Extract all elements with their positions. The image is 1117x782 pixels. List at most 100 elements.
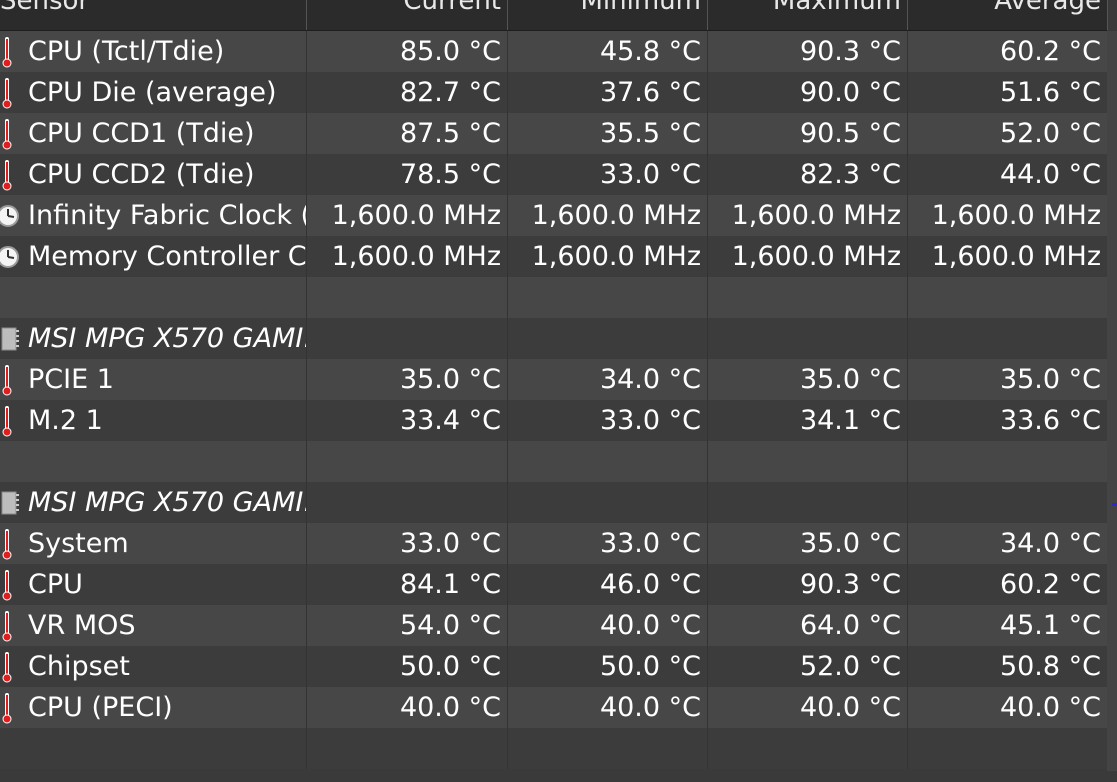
minimum-value: 35.5 °C [599, 118, 701, 149]
minimum-value-cell: 46.0 °C [508, 564, 708, 605]
thermometer-icon [0, 692, 24, 724]
current-value: 85.0 °C [399, 36, 501, 67]
minimum-value: 34.0 °C [599, 364, 701, 395]
column-header-average[interactable]: Average [908, 0, 1108, 30]
maximum-value-cell: 1,600.0 MHz [708, 236, 908, 277]
minimum-value-cell: 1,600.0 MHz [508, 236, 708, 277]
average-value-cell: 34.0 °C [908, 523, 1108, 564]
minimum-value-cell: 50.0 °C [508, 646, 708, 687]
current-value: 1,600.0 MHz [331, 200, 501, 231]
maximum-value-cell: 40.0 °C [708, 687, 908, 728]
minimum-value: 1,600.0 MHz [531, 241, 701, 272]
scrollbar-thumb[interactable] [1107, 31, 1117, 771]
sensor-name-cell: Infinity Fabric Clock (... [0, 195, 307, 236]
group-row[interactable]: MSI MPG X570 GAMI... [0, 482, 1108, 523]
thermometer-icon [0, 159, 24, 191]
average-value-cell [908, 482, 1108, 523]
average-value-cell: 1,600.0 MHz [908, 236, 1108, 277]
minimum-value-cell [508, 482, 708, 523]
thermometer-icon [0, 569, 24, 601]
maximum-value: 52.0 °C [799, 651, 901, 682]
average-value: 35.0 °C [999, 364, 1101, 395]
average-value-cell: 1,600.0 MHz [908, 195, 1108, 236]
minimum-value-cell: 34.0 °C [508, 359, 708, 400]
sensor-label: System [28, 528, 129, 559]
sensor-label: MSI MPG X570 GAMI... [28, 487, 307, 518]
minimum-value-cell: 45.8 °C [508, 31, 708, 72]
average-value-cell [908, 318, 1108, 359]
average-value: 34.0 °C [999, 528, 1101, 559]
minimum-value: 40.0 °C [599, 692, 701, 723]
table-row[interactable]: PCIE 1 35.0 °C 34.0 °C 35.0 °C 35.0 °C [0, 359, 1108, 400]
sensor-label: CPU [28, 569, 83, 600]
table-row[interactable]: CPU 84.1 °C 46.0 °C 90.3 °C 60.2 °C [0, 564, 1108, 605]
sensor-label: CPU (Tctl/Tdie) [28, 36, 225, 67]
current-value-cell: 85.0 °C [307, 31, 508, 72]
minimum-value: 1,600.0 MHz [531, 200, 701, 231]
maximum-value: 34.1 °C [799, 405, 901, 436]
sensor-label: MSI MPG X570 GAMI... [28, 323, 307, 354]
maximum-value-cell [708, 318, 908, 359]
maximum-value-cell: 34.1 °C [708, 400, 908, 441]
table-row[interactable]: CPU (PECI) 40.0 °C 40.0 °C 40.0 °C 40.0 °C [0, 687, 1108, 728]
sensor-name-cell: VR MOS [0, 605, 307, 646]
table-row[interactable]: CPU (Tctl/Tdie) 85.0 °C 45.8 °C 90.3 °C 60.2… [0, 31, 1108, 72]
current-value-cell [307, 728, 508, 769]
average-value: 40.0 °C [999, 692, 1101, 723]
column-header-current[interactable]: Current [307, 0, 508, 30]
minimum-value-cell: 35.5 °C [508, 113, 708, 154]
table-row[interactable]: System 33.0 °C 33.0 °C 35.0 °C 34.0 °C [0, 523, 1108, 564]
current-value-cell: 40.0 °C [307, 687, 508, 728]
vertical-scrollbar[interactable] [1107, 31, 1117, 782]
clock-icon [0, 200, 24, 232]
current-value: 84.1 °C [399, 569, 501, 600]
current-value: 82.7 °C [399, 77, 501, 108]
maximum-value-cell: 52.0 °C [708, 646, 908, 687]
average-value: 60.2 °C [999, 36, 1101, 67]
sensor-name-cell: Chipset [0, 646, 307, 687]
sensor-name-cell: MSI MPG X570 GAMI... [0, 318, 307, 359]
average-value: 1,600.0 MHz [931, 200, 1101, 231]
table-row[interactable]: M.2 1 33.4 °C 33.0 °C 34.1 °C 33.6 °C [0, 400, 1108, 441]
current-value-cell: 82.7 °C [307, 72, 508, 113]
average-value: 51.6 °C [999, 77, 1101, 108]
current-value-cell: 1,600.0 MHz [307, 195, 508, 236]
average-value: 52.0 °C [999, 118, 1101, 149]
current-value: 78.5 °C [399, 159, 501, 190]
maximum-value-cell: 35.0 °C [708, 359, 908, 400]
table-row[interactable]: Chipset 50.0 °C 50.0 °C 52.0 °C 50.8 °C [0, 646, 1108, 687]
current-value-cell: 33.4 °C [307, 400, 508, 441]
minimum-value: 33.0 °C [599, 159, 701, 190]
sensor-label: CPU (PECI) [28, 692, 173, 723]
average-value-cell: 35.0 °C [908, 359, 1108, 400]
table-row[interactable]: Infinity Fabric Clock (... 1,600.0 MHz 1,6… [0, 195, 1108, 236]
minimum-value-cell: 33.0 °C [508, 154, 708, 195]
sensor-name-cell: MSI MPG X570 GAMI... [0, 482, 307, 523]
table-row[interactable]: VR MOS 54.0 °C 40.0 °C 64.0 °C 45.1 °C [0, 605, 1108, 646]
empty-row [0, 277, 1108, 318]
column-header-minimum[interactable]: Minimum [508, 0, 708, 30]
table-row[interactable]: CPU Die (average) 82.7 °C 37.6 °C 90.0 °C 51… [0, 72, 1108, 113]
maximum-value: 90.0 °C [799, 77, 901, 108]
table-row[interactable]: CPU CCD1 (Tdie) 87.5 °C 35.5 °C 90.5 °C 52.0… [0, 113, 1108, 154]
minimum-value: 40.0 °C [599, 610, 701, 641]
group-row[interactable]: MSI MPG X570 GAMI... [0, 318, 1108, 359]
current-value: 33.0 °C [399, 528, 501, 559]
sensor-name-cell [0, 728, 307, 769]
table-row[interactable]: CPU CCD2 (Tdie) 78.5 °C 33.0 °C 82.3 °C 44.0… [0, 154, 1108, 195]
maximum-value-cell [708, 441, 908, 482]
maximum-value: 35.0 °C [799, 528, 901, 559]
average-value: 50.8 °C [999, 651, 1101, 682]
thermometer-icon [0, 36, 24, 68]
maximum-value-cell: 90.3 °C [708, 564, 908, 605]
minimum-value: 46.0 °C [599, 569, 701, 600]
table-row[interactable]: Memory Controller Cl... 1,600.0 MHz 1,600.… [0, 236, 1108, 277]
maximum-value-cell: 90.3 °C [708, 31, 908, 72]
thermometer-icon [0, 405, 24, 437]
column-header-sensor[interactable]: Sensor [0, 0, 307, 30]
column-header-maximum[interactable]: Maximum [708, 0, 908, 30]
thermometer-icon [0, 610, 24, 642]
average-value-cell: 44.0 °C [908, 154, 1108, 195]
current-value: 1,600.0 MHz [331, 241, 501, 272]
current-value-cell [307, 318, 508, 359]
